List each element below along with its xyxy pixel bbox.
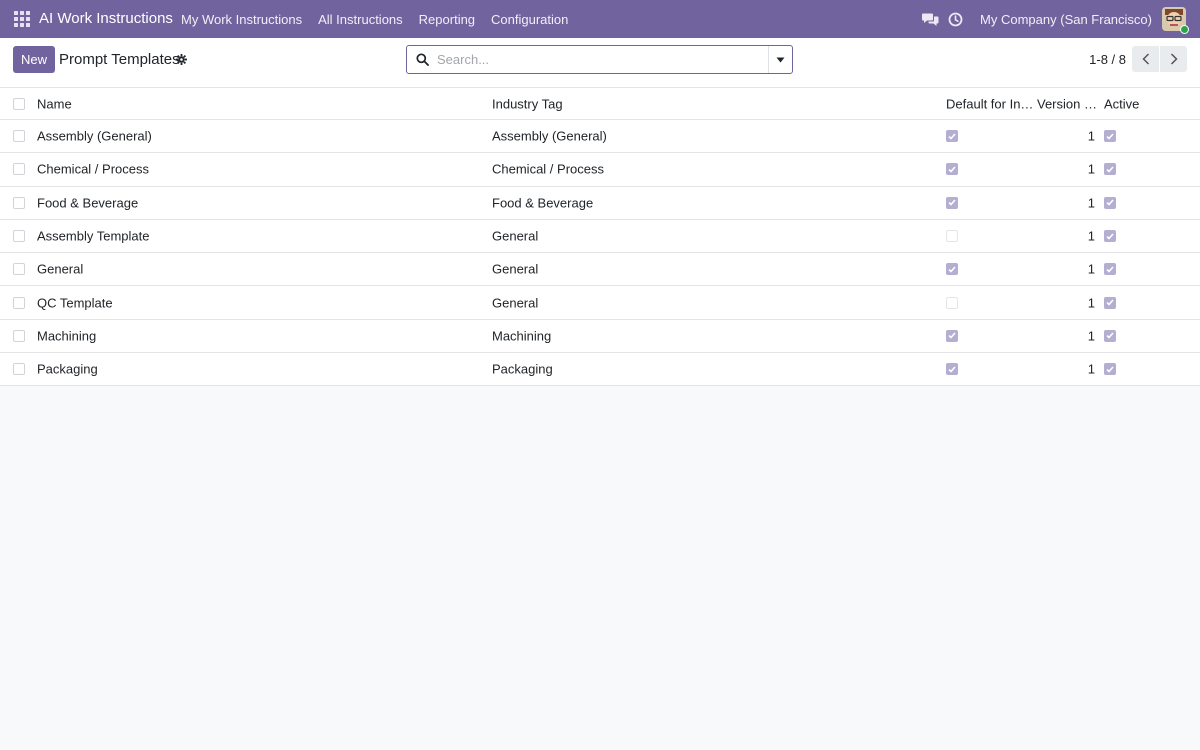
active-checkbox bbox=[1104, 196, 1116, 209]
table-row[interactable]: Chemical / Process Chemical / Process 1 bbox=[0, 153, 1200, 187]
cell-industry-tag[interactable]: Food & Beverage bbox=[492, 195, 593, 210]
active-checkbox bbox=[1104, 230, 1116, 243]
page-title: Prompt Templates bbox=[59, 51, 180, 68]
control-panel: New Prompt Templates 1-8 / 8 bbox=[0, 38, 1200, 88]
table-row[interactable]: QC Template General 1 bbox=[0, 286, 1200, 320]
column-header-active[interactable]: Active bbox=[1104, 96, 1139, 111]
pager-previous-button[interactable] bbox=[1132, 46, 1159, 72]
messages-icon[interactable] bbox=[921, 10, 939, 28]
search-icon bbox=[407, 53, 437, 66]
cell-name[interactable]: Chemical / Process bbox=[37, 162, 149, 177]
search-input[interactable] bbox=[437, 46, 768, 73]
cell-version[interactable]: 1 bbox=[1088, 129, 1095, 144]
cell-version[interactable]: 1 bbox=[1088, 195, 1095, 210]
active-checkbox bbox=[1104, 130, 1116, 143]
default-checkbox bbox=[946, 130, 958, 143]
cell-industry-tag[interactable]: General bbox=[492, 295, 538, 310]
column-header-name[interactable]: Name bbox=[37, 96, 72, 111]
active-checkbox bbox=[1104, 329, 1116, 342]
list-header: Name Industry Tag Default for In… Versio… bbox=[0, 88, 1200, 120]
table-row[interactable]: General General 1 bbox=[0, 253, 1200, 287]
default-checkbox bbox=[946, 296, 958, 309]
row-select-checkbox[interactable] bbox=[13, 163, 25, 176]
table-row[interactable]: Assembly Template General 1 bbox=[0, 219, 1200, 254]
top-navbar: AI Work Instructions My Work Instruction… bbox=[0, 0, 1200, 38]
cell-name[interactable]: Assembly (General) bbox=[37, 129, 152, 144]
default-checkbox bbox=[946, 230, 958, 243]
cell-industry-tag[interactable]: Machining bbox=[492, 328, 551, 343]
search-options-toggle[interactable] bbox=[768, 46, 792, 73]
default-checkbox bbox=[946, 263, 958, 276]
cell-industry-tag[interactable]: Assembly (General) bbox=[492, 129, 607, 144]
activity-clock-icon[interactable] bbox=[946, 10, 964, 28]
cell-version[interactable]: 1 bbox=[1088, 295, 1095, 310]
cell-industry-tag[interactable]: General bbox=[492, 229, 538, 244]
apps-menu-icon[interactable] bbox=[14, 11, 30, 27]
online-status-dot bbox=[1180, 25, 1189, 34]
default-checkbox bbox=[946, 329, 958, 342]
default-checkbox bbox=[946, 363, 958, 376]
cell-industry-tag[interactable]: General bbox=[492, 262, 538, 277]
cell-name[interactable]: Assembly Template bbox=[37, 229, 149, 244]
row-select-checkbox[interactable] bbox=[13, 230, 25, 243]
list-view: Name Industry Tag Default for In… Versio… bbox=[0, 88, 1200, 387]
pager-next-button[interactable] bbox=[1160, 46, 1187, 72]
column-header-default[interactable]: Default for In… bbox=[946, 96, 1033, 111]
list-body: Assembly (General) Assembly (General) 1 Che… bbox=[0, 120, 1200, 387]
gear-icon[interactable] bbox=[176, 53, 187, 65]
menu-reporting[interactable]: Reporting bbox=[411, 12, 483, 27]
row-select-checkbox[interactable] bbox=[13, 263, 25, 276]
search-bar bbox=[406, 45, 793, 74]
active-checkbox bbox=[1104, 163, 1116, 176]
table-row[interactable]: Food & Beverage Food & Beverage 1 bbox=[0, 186, 1200, 220]
menu-configuration[interactable]: Configuration bbox=[483, 12, 576, 27]
cell-version[interactable]: 1 bbox=[1088, 328, 1095, 343]
menu-all-instructions[interactable]: All Instructions bbox=[310, 12, 411, 27]
chevron-right-icon bbox=[1170, 53, 1178, 65]
systray: My Company (San Francisco) bbox=[921, 0, 1200, 38]
cell-name[interactable]: General bbox=[37, 262, 83, 277]
row-select-checkbox[interactable] bbox=[13, 329, 25, 342]
cell-version[interactable]: 1 bbox=[1088, 229, 1095, 244]
cell-version[interactable]: 1 bbox=[1088, 362, 1095, 377]
column-header-industry-tag[interactable]: Industry Tag bbox=[492, 96, 563, 111]
row-select-checkbox[interactable] bbox=[13, 196, 25, 209]
table-row[interactable]: Machining Machining 1 bbox=[0, 319, 1200, 354]
cell-version[interactable]: 1 bbox=[1088, 262, 1095, 277]
app-brand[interactable]: AI Work Instructions bbox=[39, 10, 173, 27]
menu-my-work-instructions[interactable]: My Work Instructions bbox=[173, 12, 310, 27]
pager-value[interactable]: 1-8 / 8 bbox=[1089, 52, 1126, 67]
table-row[interactable]: Assembly (General) Assembly (General) 1 bbox=[0, 120, 1200, 154]
row-select-checkbox[interactable] bbox=[13, 296, 25, 309]
cell-industry-tag[interactable]: Packaging bbox=[492, 362, 553, 377]
row-select-checkbox[interactable] bbox=[13, 363, 25, 376]
select-all-checkbox[interactable] bbox=[13, 97, 25, 110]
chevron-left-icon bbox=[1141, 53, 1149, 65]
cell-name[interactable]: Packaging bbox=[37, 362, 98, 377]
default-checkbox bbox=[946, 196, 958, 209]
cell-version[interactable]: 1 bbox=[1088, 162, 1095, 177]
main-menu: My Work Instructions All Instructions Re… bbox=[173, 0, 576, 38]
row-select-checkbox[interactable] bbox=[13, 130, 25, 143]
cell-name[interactable]: Food & Beverage bbox=[37, 195, 138, 210]
caret-down-icon bbox=[776, 57, 785, 62]
new-button[interactable]: New bbox=[13, 46, 55, 73]
active-checkbox bbox=[1104, 296, 1116, 309]
active-checkbox bbox=[1104, 363, 1116, 376]
active-checkbox bbox=[1104, 263, 1116, 276]
column-header-version[interactable]: Version … bbox=[1037, 96, 1097, 111]
table-row[interactable]: Packaging Packaging 1 bbox=[0, 353, 1200, 387]
cell-name[interactable]: Machining bbox=[37, 328, 96, 343]
cell-name[interactable]: QC Template bbox=[37, 295, 113, 310]
default-checkbox bbox=[946, 163, 958, 176]
company-switcher[interactable]: My Company (San Francisco) bbox=[980, 12, 1152, 27]
user-avatar[interactable] bbox=[1162, 7, 1189, 34]
cell-industry-tag[interactable]: Chemical / Process bbox=[492, 162, 604, 177]
